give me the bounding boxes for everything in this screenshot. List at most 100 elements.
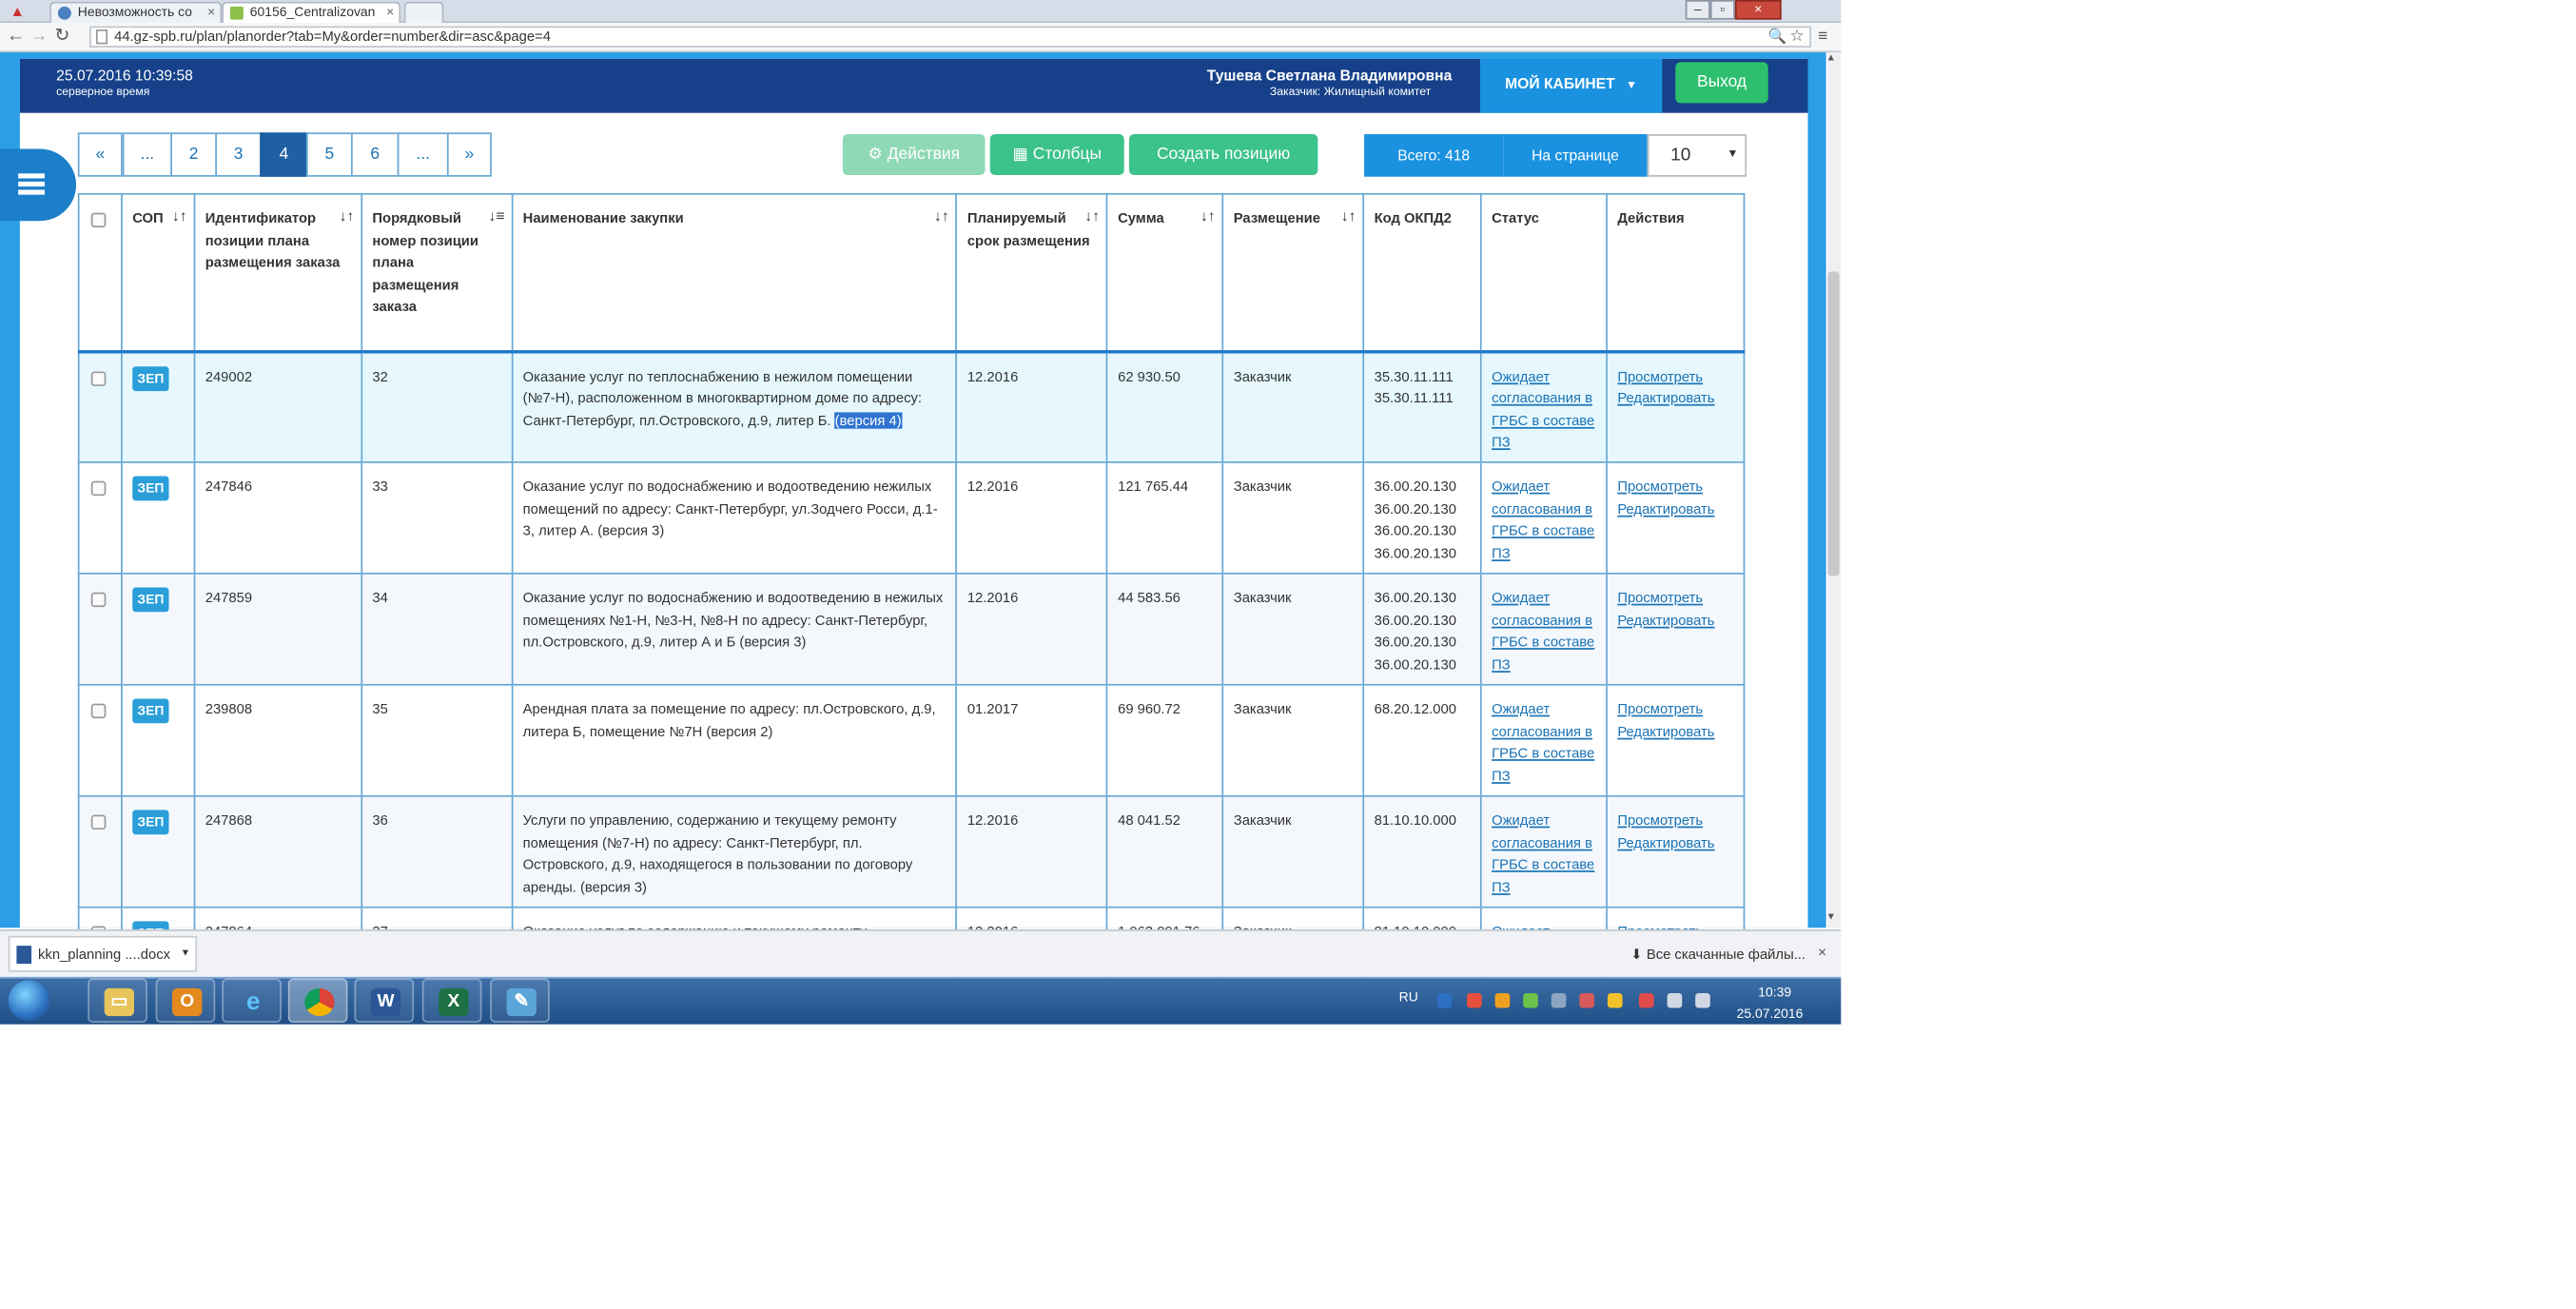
view-link[interactable]: Просмотреть [1617,698,1733,720]
excel-taskbar-icon[interactable]: X [421,978,482,1023]
pager-last[interactable]: » [446,132,492,177]
col-sum[interactable]: Сумма ↓↑ [1105,192,1224,353]
col-term[interactable]: Планируемый срок размещения ↓↑ [955,192,1108,353]
zep-badge[interactable]: ЗЕП [132,698,169,724]
zep-badge[interactable]: ЗЕП [132,476,169,501]
sort-icon[interactable]: ↓↑ [934,206,949,228]
browser-tab-active[interactable]: 60156_Centralizovan × [222,1,401,24]
paint-taskbar-icon[interactable]: ✎ [490,978,550,1023]
start-button-icon[interactable] [8,980,50,1022]
row-checkbox[interactable] [90,480,107,497]
pager-page-5[interactable]: 5 [305,132,353,177]
view-link[interactable]: Просмотреть [1617,365,1733,387]
maximize-icon[interactable]: ▫ [1709,0,1735,20]
reload-icon[interactable]: ↻ [54,27,69,48]
col-place[interactable]: Размещение ↓↑ [1221,192,1365,353]
tray-app-icon[interactable] [1523,993,1538,1008]
pager-ellipsis[interactable]: ... [397,132,449,177]
tray-app-icon[interactable] [1579,993,1595,1008]
sort-icon[interactable]: ↓↑ [340,206,355,228]
caret-down-icon[interactable]: ▼ [181,938,190,970]
ie-taskbar-icon[interactable]: e [222,978,282,1023]
col-name[interactable]: Наименование закупки ↓↑ [511,192,958,353]
pager-page-4[interactable]: 4 [260,132,308,177]
zep-badge[interactable]: ЗЕП [132,587,169,613]
actions-button[interactable]: ⚙ Действия [842,134,986,176]
explorer-taskbar-icon[interactable]: ▭ [88,978,147,1023]
url-input[interactable]: 44.gz-spb.ru/plan/planorder?tab=My&order… [88,26,1811,48]
col-num[interactable]: Порядковый номер позиции плана размещени… [361,192,514,353]
my-cabinet-button[interactable]: МОЙ КАБИНЕТ ▼ [1479,58,1663,113]
col-id[interactable]: Идентификатор позиции плана размещения з… [193,192,362,353]
row-checkbox[interactable] [90,370,107,386]
edit-link[interactable]: Редактировать [1617,498,1733,520]
edit-link[interactable]: Редактировать [1617,721,1733,743]
forward-icon[interactable]: → [29,27,48,48]
zep-badge[interactable]: ЗЕП [132,365,169,391]
browser-tab[interactable]: Невозможность со × [49,1,223,24]
row-checkbox[interactable] [90,814,107,830]
sort-icon[interactable]: ↓↑ [172,206,187,228]
minimize-icon[interactable]: – [1685,0,1710,20]
scrollbar-thumb[interactable] [1827,271,1840,576]
scroll-up-icon[interactable]: ▲ [1826,54,1836,64]
exit-button[interactable]: Выход [1675,62,1768,104]
action-center-icon[interactable] [1638,993,1654,1008]
bluetooth-icon[interactable] [1436,993,1453,1008]
edit-link[interactable]: Редактировать [1617,832,1733,854]
close-tab-icon[interactable]: × [207,3,215,23]
sort-asc-icon[interactable]: ↓≡ [488,206,504,228]
hamburger-menu-icon[interactable] [0,148,77,222]
create-position-button[interactable]: Создать позицию [1128,134,1318,176]
select-all-checkbox[interactable] [90,212,107,228]
chrome-taskbar-icon[interactable] [287,978,348,1023]
scroll-down-icon[interactable]: ▼ [1826,913,1836,923]
edit-link[interactable]: Редактировать [1617,388,1733,410]
tray-app-icon[interactable] [1607,993,1623,1008]
columns-button[interactable]: ▦ Столбцы [989,134,1124,176]
pager-ellipsis[interactable]: ... [122,132,173,177]
per-page-select[interactable]: 10 ▼ [1647,134,1747,177]
download-item[interactable]: kkn_planning ....docx ▼ [8,935,198,972]
view-link[interactable]: Просмотреть [1617,477,1733,498]
status-link[interactable]: Ожидает согласования в ГРБС в составе ПЗ [1492,587,1596,675]
status-link[interactable]: Ожидает согласования в ГРБС в составе ПЗ [1492,698,1596,787]
new-tab-button[interactable] [403,1,444,24]
status-link[interactable]: Ожидает согласования в ГРБС в составе ПЗ [1492,477,1596,565]
bookmark-star-icon[interactable]: ☆ [1789,27,1805,48]
view-link[interactable]: Просмотреть [1617,810,1733,831]
tray-app-icon[interactable] [1551,993,1567,1008]
status-link[interactable]: Ожидает согласования в ГРБС в составе ПЗ [1492,365,1596,454]
place-cell: Заказчик [1221,794,1365,908]
col-sop[interactable]: СОП ↓↑ [121,192,196,353]
close-window-icon[interactable]: × [1734,0,1782,20]
pager-page-2[interactable]: 2 [170,132,217,177]
taskbar-date[interactable]: 25.07.2016 [1728,1006,1811,1021]
zep-badge[interactable]: ЗЕП [132,810,169,835]
pager-page-3[interactable]: 3 [215,132,262,177]
menu-icon[interactable]: ≡ [1818,27,1827,48]
outlook-taskbar-icon[interactable]: O [155,978,216,1023]
view-link[interactable]: Просмотреть [1617,587,1733,609]
pager-first[interactable]: « [77,132,123,177]
taskbar-clock[interactable]: 10:39 [1735,985,1815,999]
sort-icon[interactable]: ↓↑ [1084,206,1100,228]
back-icon[interactable]: ← [7,27,25,48]
row-checkbox[interactable] [90,592,107,608]
zoom-icon[interactable]: 🔍 [1768,27,1787,48]
word-taskbar-icon[interactable]: W [354,978,415,1023]
edit-link[interactable]: Редактировать [1617,610,1733,632]
sort-icon[interactable]: ↓↑ [1200,206,1216,228]
close-tab-icon[interactable]: × [386,3,394,23]
all-downloads-link[interactable]: ⬇ Все скачанные файлы... [1630,946,1805,964]
volume-icon[interactable] [1695,993,1710,1008]
tray-app-icon[interactable] [1466,993,1482,1008]
row-checkbox[interactable] [90,703,107,719]
network-icon[interactable] [1667,993,1683,1008]
language-indicator[interactable]: RU [1399,990,1418,1005]
sort-icon[interactable]: ↓↑ [1341,206,1356,228]
pager-page-6[interactable]: 6 [350,132,400,177]
close-download-bar-icon[interactable]: × [1818,944,1826,960]
tray-app-icon[interactable] [1494,993,1511,1008]
status-link[interactable]: Ожидает согласования в ГРБС в составе ПЗ [1492,810,1596,898]
